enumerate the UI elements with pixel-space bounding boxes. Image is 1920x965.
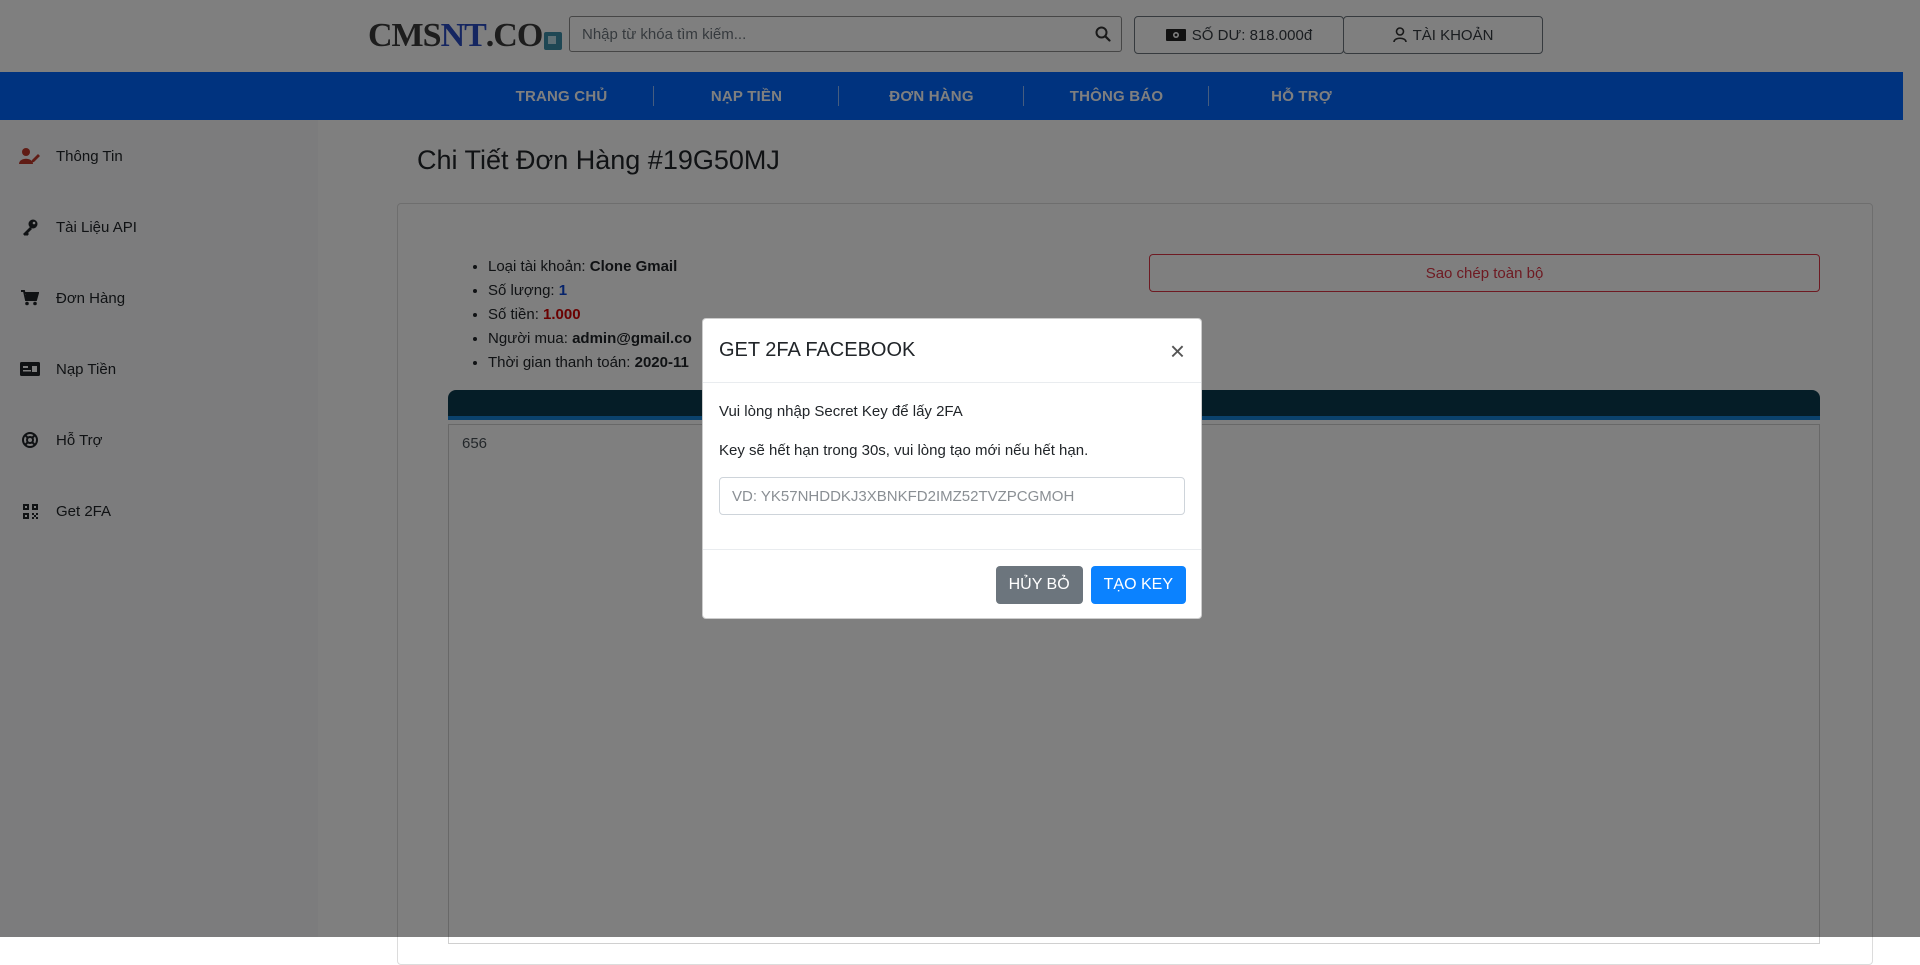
modal-header: GET 2FA FACEBOOK × (703, 319, 1201, 383)
close-icon[interactable]: × (1170, 338, 1185, 364)
modal-title: GET 2FA FACEBOOK (719, 339, 916, 361)
modal-instruction: Vui lòng nhập Secret Key để lấy 2FA (719, 403, 963, 420)
modal-body: Vui lòng nhập Secret Key để lấy 2FA Key … (703, 383, 1201, 549)
secret-key-input[interactable] (719, 477, 1185, 515)
get-2fa-modal: GET 2FA FACEBOOK × Vui lòng nhập Secret … (702, 318, 1202, 619)
modal-expiry-note: Key sẽ hết hạn trong 30s, vui lòng tạo m… (719, 442, 1089, 459)
create-key-button[interactable]: TẠO KEY (1090, 565, 1186, 604)
modal-footer: HỦY BỎ TẠO KEY (703, 549, 1201, 619)
cancel-button[interactable]: HỦY BỎ (995, 565, 1083, 604)
